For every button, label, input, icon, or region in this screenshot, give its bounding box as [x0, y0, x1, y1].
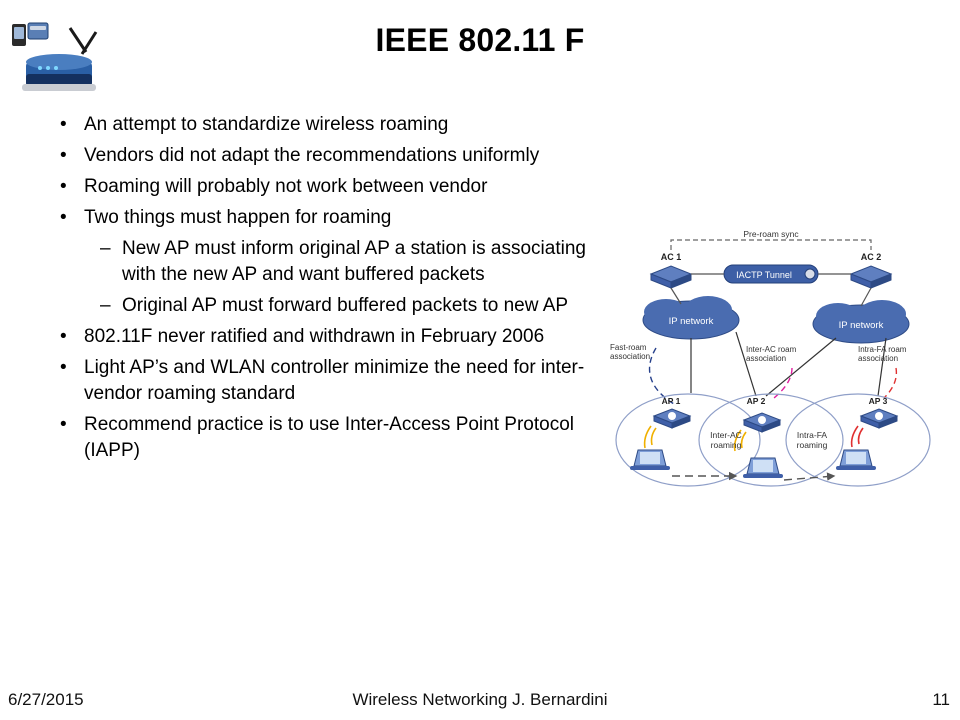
- figure-label-ac1: AC 1: [661, 252, 682, 262]
- figure-label-inter-ac-roam: Inter-AC roam: [746, 345, 797, 354]
- ac1-switch-icon: [649, 265, 693, 289]
- footer-center-text: Wireless Networking J. Bernardini: [352, 690, 608, 709]
- list-item: – Original AP must forward buffered pack…: [100, 293, 595, 319]
- svg-text:IP network: IP network: [839, 320, 884, 331]
- bullet-marker: •: [60, 414, 67, 435]
- ip-network-left: IP network: [642, 296, 740, 340]
- ap1-icon: [652, 408, 692, 429]
- list-item: • Roaming will probably not work between…: [60, 174, 620, 200]
- bullet-marker: •: [60, 176, 67, 197]
- svg-text:roaming: roaming: [797, 440, 828, 450]
- figure-label-ac2: AC 2: [861, 252, 882, 262]
- figure-label-fast-roam: Fast-roam: [610, 343, 647, 352]
- bullet-marker: •: [60, 145, 67, 166]
- laptop-right-icon: [836, 449, 876, 470]
- bullet-text: An attempt to standardize wireless roami…: [84, 114, 449, 135]
- bullet-marker: •: [60, 114, 67, 135]
- figure-label-ap3: AP 3: [869, 396, 888, 406]
- bullet-text: Vendors did not adapt the recommendation…: [84, 145, 540, 166]
- list-item: • 802.11F never ratified and withdrawn i…: [60, 324, 620, 350]
- list-item: • Vendors did not adapt the recommendati…: [60, 143, 620, 169]
- slide-footer: 6/27/2015 Wireless Networking J. Bernard…: [0, 690, 960, 712]
- bullet-text: Light AP’s and WLAN controller minimize …: [84, 357, 585, 404]
- bullet-text: Two things must happen for roaming: [84, 207, 392, 228]
- bullet-text: Recommend practice is to use Inter-Acces…: [84, 414, 574, 461]
- bullet-marker: •: [60, 326, 67, 347]
- bullet-text: 802.11F never ratified and withdrawn in …: [84, 326, 545, 347]
- bullet-marker: –: [100, 295, 111, 316]
- list-item: • An attempt to standardize wireless roa…: [60, 112, 620, 138]
- ac2-switch-icon: [849, 265, 893, 289]
- bullet-list: • An attempt to standardize wireless roa…: [60, 112, 620, 469]
- svg-text:association: association: [746, 354, 786, 363]
- figure-label-intra-fa-roam: Intra-FA roam: [858, 345, 907, 354]
- laptop-center-icon: [743, 457, 783, 478]
- figure-label-ap2: AP 2: [747, 396, 766, 406]
- list-item: – New AP must inform original AP a stati…: [100, 236, 595, 288]
- figure-label-ap1: AP 1: [662, 396, 681, 406]
- svg-text:association: association: [858, 354, 898, 363]
- bullet-text: Roaming will probably not work between v…: [84, 176, 488, 197]
- roaming-diagram: Pre-roam sync AC 1 AC 2 IACTP Tunnel IP …: [596, 228, 946, 508]
- footer-page-number: 11: [932, 690, 950, 709]
- laptop-left-icon: [630, 449, 670, 470]
- svg-text:IACTP Tunnel: IACTP Tunnel: [736, 270, 792, 280]
- bullet-marker: •: [60, 207, 67, 228]
- iactp-tunnel: IACTP Tunnel: [723, 264, 819, 284]
- list-item: • Light AP’s and WLAN controller minimiz…: [60, 355, 620, 407]
- ip-network-right: IP network: [812, 300, 910, 344]
- list-item: • Recommend practice is to use Inter-Acc…: [60, 412, 620, 464]
- list-item: • Two things must happen for roaming: [60, 205, 620, 231]
- slide: IEEE 802.11 F • An attempt to standardiz…: [0, 0, 960, 720]
- bullet-text: New AP must inform original AP a station…: [122, 238, 586, 285]
- page-title: IEEE 802.11 F: [375, 22, 585, 58]
- bullet-marker: –: [100, 238, 111, 259]
- bullet-marker: •: [60, 357, 67, 378]
- svg-text:association: association: [610, 352, 650, 361]
- svg-text:IP network: IP network: [669, 316, 714, 327]
- figure-label-intra-fa-roaming: Intra-FA: [797, 430, 828, 440]
- figure-label-inter-ac-roaming: Inter-AC: [710, 430, 742, 440]
- ap3-icon: [859, 408, 899, 429]
- figure-label-pre-roam-sync: Pre-roam sync: [743, 229, 799, 239]
- bullet-text: Original AP must forward buffered packet…: [122, 295, 569, 316]
- svg-text:roaming: roaming: [711, 440, 742, 450]
